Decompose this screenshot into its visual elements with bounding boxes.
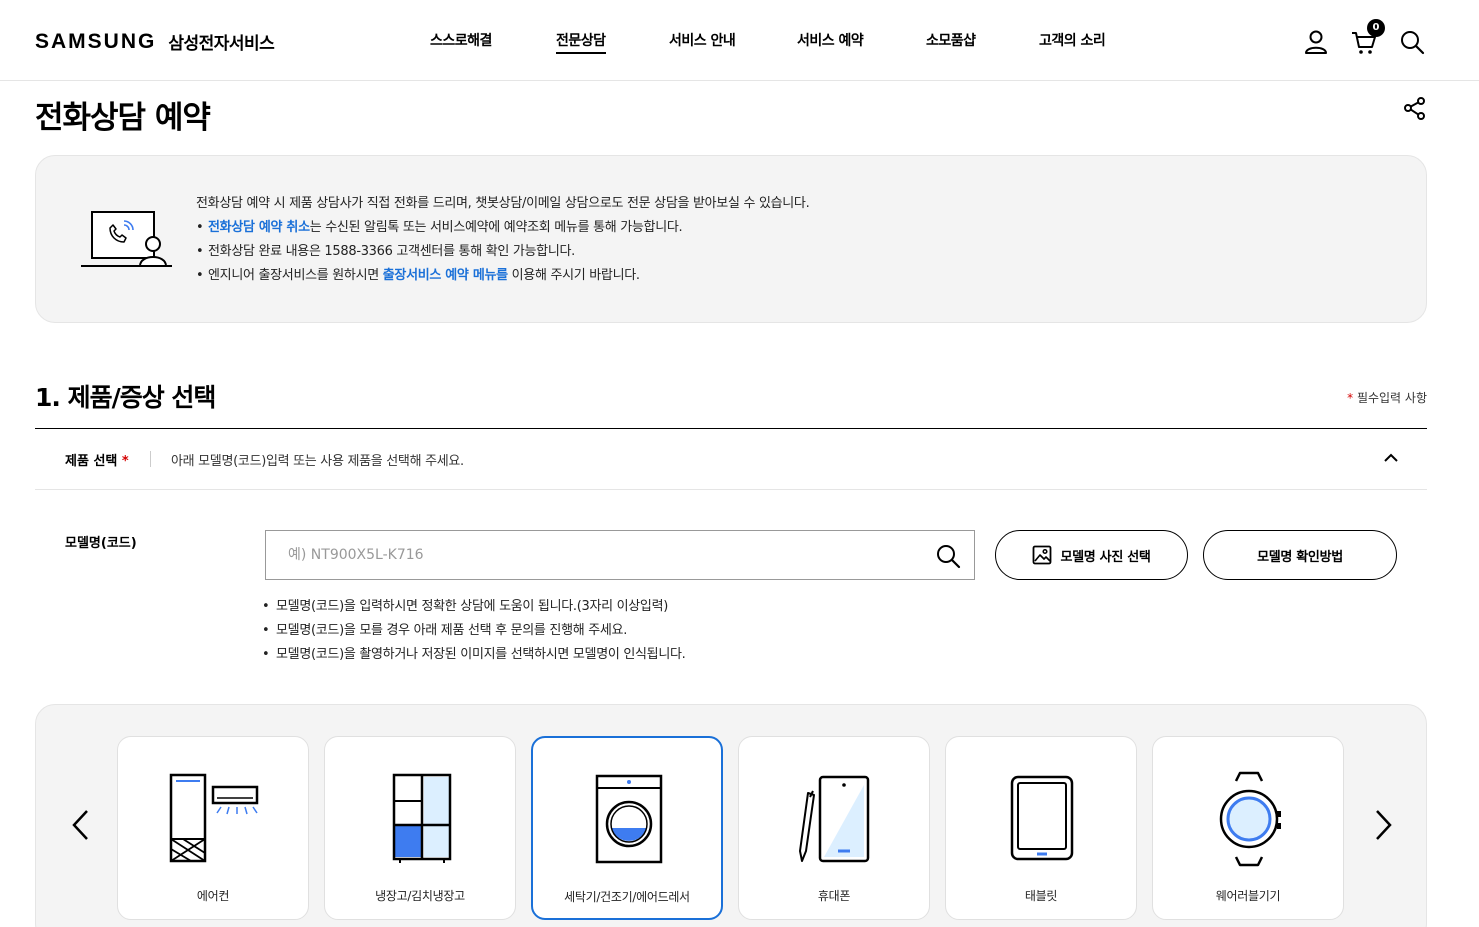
cart-count-badge: 0	[1367, 19, 1385, 37]
product-select-label: 제품 선택 *	[65, 454, 129, 469]
product-card-washer[interactable]: 세탁기/건조기/에어드레서	[531, 736, 723, 920]
info-intro: 전화상담 예약 시 제품 상담사가 직접 전화를 드리며, 챗봇상담/이메일 상…	[196, 196, 810, 211]
washer-icon	[595, 774, 663, 864]
model-search-icon[interactable]	[934, 542, 962, 570]
product-card-wearable[interactable]: 웨어러블기기	[1152, 736, 1344, 920]
info-bullet-completion: • 전화상담 완료 내용은 1588-3366 고객센터를 통해 확인 가능합니다…	[196, 244, 575, 259]
model-how-to-check-button[interactable]: 모델명 확인방법	[1203, 530, 1397, 580]
model-notes: • 모델명(코드)을 입력하시면 정확한 상담에 도움이 됩니다.(3자리 이상입…	[262, 595, 686, 667]
product-card-label: 세탁기/건조기/에어드레서	[564, 890, 690, 904]
nav-item-self-help[interactable]: 스스로해결	[430, 30, 492, 50]
product-card-label: 에어컨	[196, 889, 230, 903]
product-card-phone[interactable]: 휴대폰	[738, 736, 930, 920]
share-icon[interactable]	[1401, 95, 1429, 123]
product-carousel: 에어컨 냉장고/김치냉장고 세탁기/건조기/에어드레서 휴대폰 태블릿 웨어러블…	[35, 704, 1427, 927]
product-card-label: 웨어러블기기	[1215, 889, 1281, 903]
chevron-up-icon[interactable]	[1382, 449, 1400, 467]
site-header: SAMSUNG 삼성전자서비스 스스로해결 전문상담 서비스 안내 서비스 예약…	[0, 0, 1479, 81]
cancel-booking-link[interactable]: 전화상담 예약 취소	[208, 220, 310, 235]
product-card-air-conditioner[interactable]: 에어컨	[117, 736, 309, 920]
main-nav: 스스로해결 전문상담 서비스 안내 서비스 예약 소모품샵 고객의 소리	[0, 30, 1479, 60]
model-note: • 모델명(코드)을 입력하시면 정확한 상담에 도움이 됩니다.(3자리 이상입…	[262, 599, 669, 614]
image-icon	[1033, 545, 1052, 565]
nav-item-customer-voice[interactable]: 고객의 소리	[1039, 30, 1106, 50]
label-divider	[150, 451, 151, 467]
nav-item-service-info[interactable]: 서비스 안내	[669, 30, 736, 50]
chevron-left-icon[interactable]	[66, 805, 96, 845]
product-card-tablet[interactable]: 태블릿	[945, 736, 1137, 920]
nav-item-expert-consult[interactable]: 전문상담	[556, 30, 606, 54]
model-code-label: 모델명(코드)	[65, 536, 137, 551]
product-card-refrigerator[interactable]: 냉장고/김치냉장고	[324, 736, 516, 920]
product-select-row[interactable]: 제품 선택 * 아래 모델명(코드)입력 또는 사용 제품을 선택해 주세요.	[35, 429, 1427, 490]
info-bullet-onsite: • 엔지니어 출장서비스를 원하시면 출장서비스 예약 메뉴를 이용해 주시기 바…	[196, 268, 640, 283]
refrigerator-icon	[392, 773, 452, 863]
info-bullet-cancel: • 전화상담 예약 취소는 수신된 알림톡 또는 서비스예약에 예약조회 메뉴를 …	[196, 220, 683, 235]
watch-icon	[1219, 771, 1281, 867]
search-icon[interactable]	[1398, 28, 1426, 56]
nav-item-parts-shop[interactable]: 소모품샵	[926, 30, 976, 50]
info-text: 전화상담 예약 시 제품 상담사가 직접 전화를 드리며, 챗봇상담/이메일 상…	[196, 192, 810, 288]
page-title: 전화상담 예약	[35, 100, 211, 136]
model-photo-select-button[interactable]: 모델명 사진 선택	[995, 530, 1188, 580]
model-note: • 모델명(코드)을 촬영하거나 저장된 이미지를 선택하시면 모델명이 인식됩니…	[262, 647, 686, 662]
product-card-label: 휴대폰	[817, 889, 851, 903]
product-card-label: 냉장고/김치냉장고	[375, 889, 465, 903]
user-icon[interactable]	[1302, 28, 1330, 56]
section-title: 1. 제품/증상 선택	[35, 383, 216, 412]
info-box: 전화상담 예약 시 제품 상담사가 직접 전화를 드리며, 챗봇상담/이메일 상…	[35, 155, 1427, 323]
nav-item-service-booking[interactable]: 서비스 예약	[797, 30, 864, 50]
tablet-icon	[1010, 775, 1074, 861]
phone-consult-illustration-icon	[81, 211, 172, 267]
phone-icon	[799, 775, 870, 863]
model-search-box	[265, 530, 975, 580]
product-card-label: 태블릿	[1024, 889, 1058, 903]
air-conditioner-icon	[169, 773, 259, 863]
model-note: • 모델명(코드)을 모를 경우 아래 제품 선택 후 문의를 진행해 주세요.	[262, 623, 628, 638]
required-note: * 필수입력 사항	[1347, 391, 1427, 405]
chevron-right-icon[interactable]	[1368, 805, 1398, 845]
product-select-hint: 아래 모델명(코드)입력 또는 사용 제품을 선택해 주세요.	[171, 454, 464, 469]
model-code-input[interactable]	[266, 531, 926, 579]
onsite-booking-link[interactable]: 출장서비스 예약 메뉴를	[383, 268, 508, 283]
